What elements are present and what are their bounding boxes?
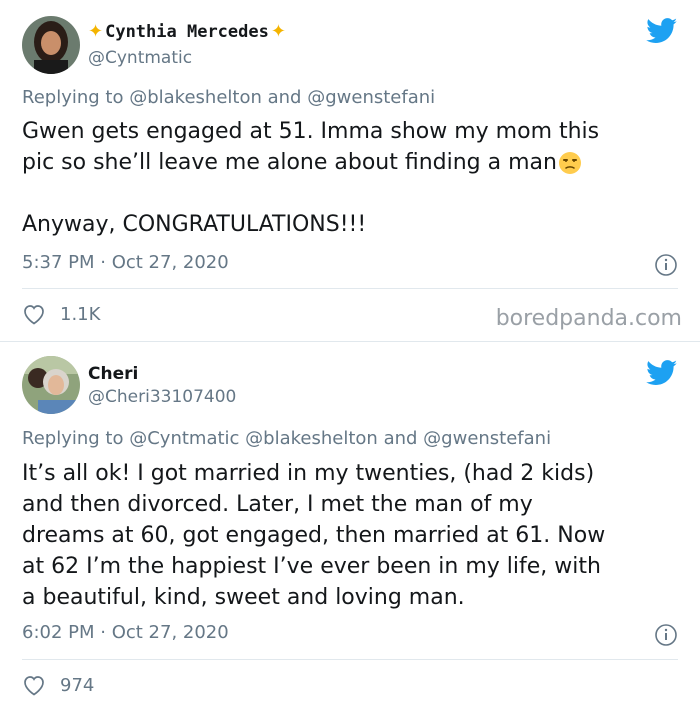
tweet-card: ✦ Cynthia Mercedes ✦ @Cyntmatic Replying… (0, 0, 700, 342)
sparkle-icon: ✦ (270, 21, 286, 42)
user-name-row: ✦ Cynthia Mercedes ✦ (88, 22, 286, 42)
tweet-timestamp[interactable]: 6:02 PM · Oct 27, 2020 (22, 622, 229, 643)
replying-to: Replying to @Cyntmatic @blakeshelton and… (22, 428, 551, 449)
like-count: 1.1K (60, 303, 101, 325)
tweet-timestamp[interactable]: 5:37 PM · Oct 27, 2020 (22, 252, 229, 273)
avatar[interactable] (22, 356, 80, 414)
like-count: 974 (60, 674, 95, 696)
tweet-text-line: It’s all ok! I got married in my twentie… (22, 461, 595, 486)
tweet-card: Cheri @Cheri33107400 Replying to @Cyntma… (0, 342, 700, 713)
tweet-text: It’s all ok! I got married in my twentie… (22, 458, 682, 613)
tweet-text-line: Gwen gets engaged at 51. Imma show my mo… (22, 119, 600, 144)
like-action[interactable]: 974 (22, 674, 94, 696)
user-handle[interactable]: @Cyntmatic (88, 48, 192, 68)
like-action[interactable]: 1.1K (22, 303, 100, 325)
tweet-text-line: and then divorced. Later, I met the man … (22, 492, 533, 517)
divider (22, 659, 678, 660)
heart-icon[interactable] (22, 303, 46, 325)
replying-label: Replying to (22, 87, 124, 108)
heart-icon[interactable] (22, 674, 46, 696)
mention-link[interactable]: @Cyntmatic (129, 428, 239, 449)
watermark: boredpanda.com (495, 306, 682, 331)
divider (22, 288, 678, 289)
twitter-bird-icon[interactable] (646, 360, 678, 386)
sparkle-icon: ✦ (88, 21, 104, 42)
mention-link[interactable]: @blakeshelton (245, 428, 378, 449)
tweet-text-line: at 62 I’m the happiest I’ve ever been in… (22, 554, 601, 579)
tweet-text-line: dreams at 60, got engaged, then married … (22, 523, 606, 548)
user-handle[interactable]: @Cheri33107400 (88, 387, 236, 407)
twitter-bird-icon[interactable] (646, 18, 678, 44)
mention-link[interactable]: @gwenstefani (423, 428, 551, 449)
replying-connector: and (267, 87, 302, 108)
avatar[interactable] (22, 16, 80, 74)
info-icon[interactable] (654, 623, 678, 647)
mention-link[interactable]: @blakeshelton (129, 87, 262, 108)
tweet-text-line: pic so she’ll leave me alone about findi… (22, 150, 557, 175)
tweet-text-line: Anyway, CONGRATULATIONS!!! (22, 212, 367, 237)
replying-connector: and (383, 428, 418, 449)
tweet-text-line: a beautiful, kind, sweet and loving man. (22, 585, 465, 610)
display-name[interactable]: Cheri (88, 364, 138, 384)
tweet-text: Gwen gets engaged at 51. Imma show my mo… (22, 116, 682, 240)
user-name-row: Cheri (88, 364, 138, 384)
mention-link[interactable]: @gwenstefani (307, 87, 435, 108)
replying-label: Replying to (22, 428, 124, 449)
info-icon[interactable] (654, 253, 678, 277)
unamused-face-icon (558, 151, 581, 174)
replying-to: Replying to @blakeshelton and @gwenstefa… (22, 87, 435, 108)
display-name[interactable]: Cynthia Mercedes (105, 22, 269, 42)
